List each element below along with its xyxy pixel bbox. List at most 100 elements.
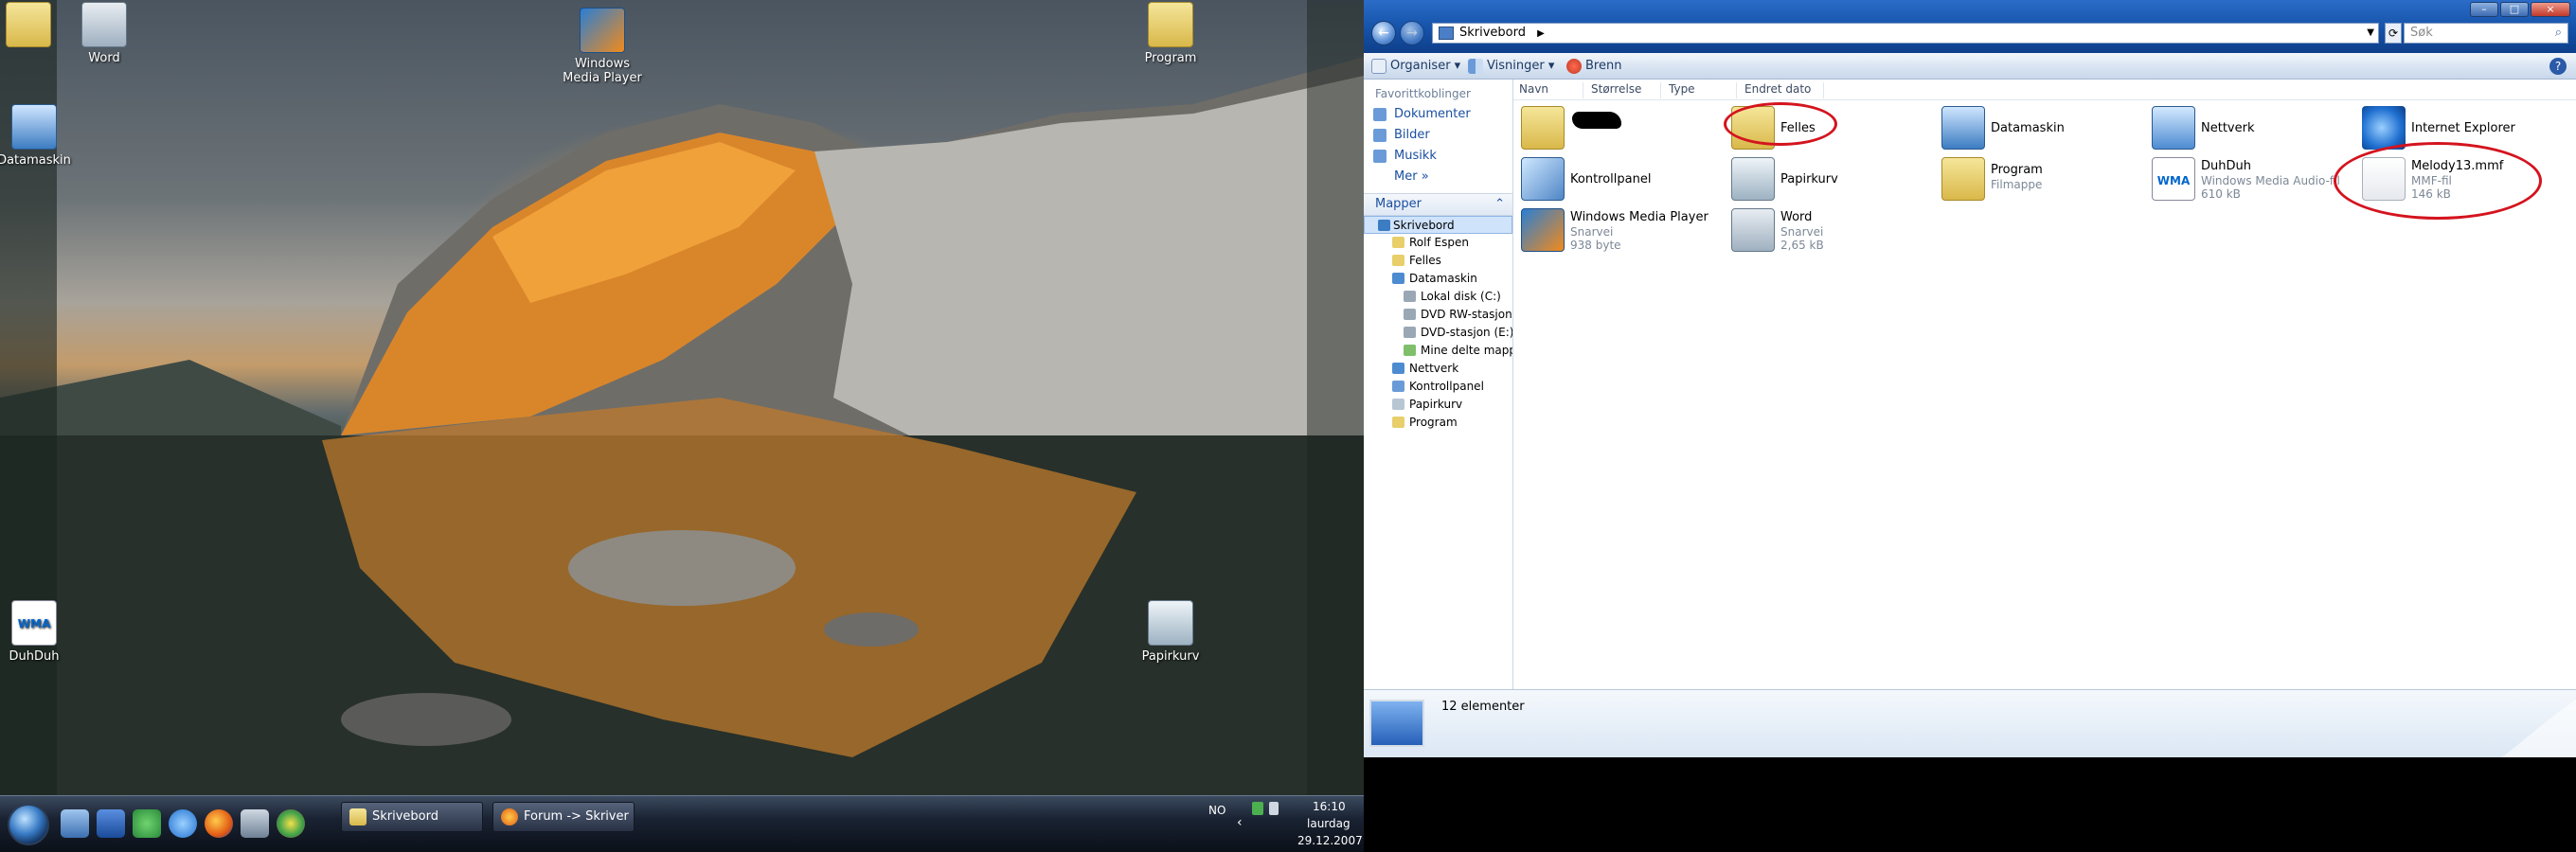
tree-item-control-panel[interactable]: Kontrollpanel (1364, 378, 1512, 396)
file-item-name: Kontrollpanel (1570, 172, 1652, 186)
tree-item-local-disk[interactable]: Lokal disk (C:) (1364, 288, 1512, 306)
nav-documents[interactable]: Dokumenter (1364, 104, 1512, 125)
tree-item-label: DVD RW-stasjon ( (1421, 308, 1512, 321)
nav-more[interactable]: Mer » (1364, 167, 1512, 187)
file-item-nettverk[interactable]: Nettverk (2148, 104, 2356, 153)
tree-item-computer[interactable]: Datamaskin (1364, 270, 1512, 288)
start-button[interactable] (8, 804, 49, 845)
minimize-button[interactable]: – (2470, 2, 2498, 17)
internet-explorer-icon (2362, 106, 2406, 150)
forward-button[interactable]: → (1400, 21, 1424, 45)
tree-item-public[interactable]: Felles (1364, 252, 1512, 270)
search-input[interactable]: Søk ⌕ (2404, 23, 2568, 44)
media-player-icon (1521, 208, 1565, 252)
nav-music[interactable]: Musikk (1364, 146, 1512, 167)
tree-item-dvd-rw[interactable]: DVD RW-stasjon ( (1364, 306, 1512, 324)
refresh-button[interactable]: ⟳ (2385, 23, 2402, 44)
desktop-icon-computer[interactable]: Datamaskin (0, 104, 80, 168)
desktop-icon-media-player[interactable]: Windows Media Player (557, 8, 648, 85)
file-item-media-player[interactable]: Windows Media Player Snarvei 938 byte (1517, 206, 1726, 256)
collapse-chevron-icon[interactable]: ⌃ (1494, 194, 1505, 215)
tray-arrow-icon[interactable]: ‹ (1237, 815, 1243, 830)
nav-pictures[interactable]: Bilder (1364, 125, 1512, 146)
file-item-name: Program (1991, 163, 2043, 177)
file-item-program[interactable]: Program Filmappe (1938, 155, 2146, 204)
desktop-preview-icon (1369, 700, 1424, 747)
desktop[interactable]: Word Windows Media Player Program Datama… (0, 0, 1364, 795)
firefox-icon[interactable] (205, 809, 233, 838)
tree-item-user[interactable]: Rolf Espen (1364, 234, 1512, 252)
pictures-icon (1373, 129, 1386, 142)
views-label: Visninger (1487, 59, 1545, 73)
desktop-icon-recycle-bin[interactable]: Papirkurv (1125, 600, 1216, 664)
show-desktop-icon[interactable] (61, 809, 89, 838)
tree-item-program[interactable]: Program (1364, 414, 1512, 432)
desktop-icon-program[interactable]: Program (1125, 2, 1216, 65)
column-modified[interactable]: Endret dato (1739, 82, 1824, 98)
taskbar-button-label: Skrivebord (372, 809, 439, 824)
internet-explorer-icon[interactable] (169, 809, 197, 838)
file-item-word[interactable]: Word Snarvei 2,65 kB (1727, 206, 1936, 256)
file-item-name: Nettverk (2201, 121, 2255, 135)
back-button[interactable]: ← (1371, 21, 1396, 45)
navigation-pane: Favorittkoblinger Dokumenter Bilder Musi… (1364, 80, 1513, 689)
tree-item-label: Program (1409, 416, 1458, 429)
dvd-drive-icon (1404, 327, 1416, 338)
chrome-like-icon[interactable] (277, 809, 305, 838)
tree-item-shared[interactable]: Mine delte mappe (1364, 342, 1512, 360)
wma-badge: WMA (17, 617, 51, 630)
tree-item-recycle-bin[interactable]: Papirkurv (1364, 396, 1512, 414)
search-placeholder: Søk (2410, 26, 2433, 40)
folders-header[interactable]: Mapper ⌃ (1364, 193, 1512, 216)
network-tray-icon[interactable] (1252, 802, 1263, 815)
help-icon[interactable]: ? (2549, 58, 2567, 75)
file-item-type: Snarvei (1570, 225, 1614, 239)
nav-link-label: Bilder (1394, 128, 1430, 142)
file-item-type: Filmappe (1991, 178, 2043, 191)
network-icon (2152, 106, 2195, 150)
address-dropdown-icon[interactable]: ▼ (2367, 24, 2374, 43)
views-button[interactable]: Visninger ▾ (1468, 58, 1554, 75)
organize-button[interactable]: Organiser ▾ (1371, 58, 1460, 75)
more-chevron-icon: » (1421, 169, 1429, 184)
tree-item-label: Mine delte mappe (1421, 344, 1512, 357)
close-button[interactable]: × (2531, 2, 2570, 17)
desktop-icon-word[interactable]: Word (59, 2, 150, 65)
file-item-user-folder[interactable] (1517, 104, 1726, 153)
desktop-icon-duhduh[interactable]: WMA DuhDuh (0, 600, 80, 664)
clock-day[interactable]: laurdag (1307, 817, 1351, 830)
address-bar[interactable]: Skrivebord ▶ ▼ (1432, 23, 2379, 44)
breadcrumb-arrow-icon[interactable]: ▶ (1537, 28, 1545, 39)
switch-windows-icon[interactable] (97, 809, 125, 838)
file-item-papirkurv[interactable]: Papirkurv (1727, 155, 1936, 204)
file-item-duhduh[interactable]: WMA DuhDuh Windows Media Audio-fil 610 k… (2148, 155, 2356, 204)
taskbar-button-explorer[interactable]: Skrivebord (341, 802, 483, 832)
file-item-kontrollpanel[interactable]: Kontrollpanel (1517, 155, 1726, 204)
column-size[interactable]: Størrelse (1585, 82, 1661, 98)
messenger-icon[interactable] (133, 809, 161, 838)
title-bar[interactable]: – □ × ← → Skrivebord ▶ ▼ ⟳ Søk ⌕ (1364, 0, 2576, 53)
desktop-location-icon (1439, 27, 1454, 40)
control-panel-icon (1521, 157, 1565, 201)
burn-button[interactable]: Brenn (1566, 58, 1621, 75)
network-app-icon[interactable] (241, 809, 269, 838)
tree-item-desktop[interactable]: Skrivebord (1364, 216, 1512, 234)
file-item-datamaskin[interactable]: Datamaskin (1938, 104, 2146, 153)
clock-time[interactable]: 16:10 (1313, 800, 1346, 813)
taskbar-button-forum[interactable]: Forum -> Skriver ny... (492, 802, 635, 832)
item-count: 12 elementer (1441, 700, 1525, 714)
file-list[interactable]: Navn Størrelse Type Endret dato Felles D… (1513, 80, 2576, 689)
tree-item-network[interactable]: Nettverk (1364, 360, 1512, 378)
maximize-button[interactable]: □ (2500, 2, 2529, 17)
folder-icon (6, 2, 51, 47)
column-name[interactable]: Navn (1513, 82, 1583, 98)
file-item-name: Papirkurv (1780, 172, 1838, 186)
tree-item-dvd[interactable]: DVD-stasjon (E:) (1364, 324, 1512, 342)
clock-date[interactable]: 29.12.2007 (1297, 834, 1363, 847)
volume-tray-icon[interactable] (1269, 802, 1279, 815)
network-icon (1392, 363, 1404, 374)
word-shortcut-icon (81, 2, 127, 47)
column-type[interactable]: Type (1663, 82, 1737, 98)
language-indicator[interactable]: NO (1208, 804, 1225, 817)
tree-item-label: Kontrollpanel (1409, 380, 1484, 393)
